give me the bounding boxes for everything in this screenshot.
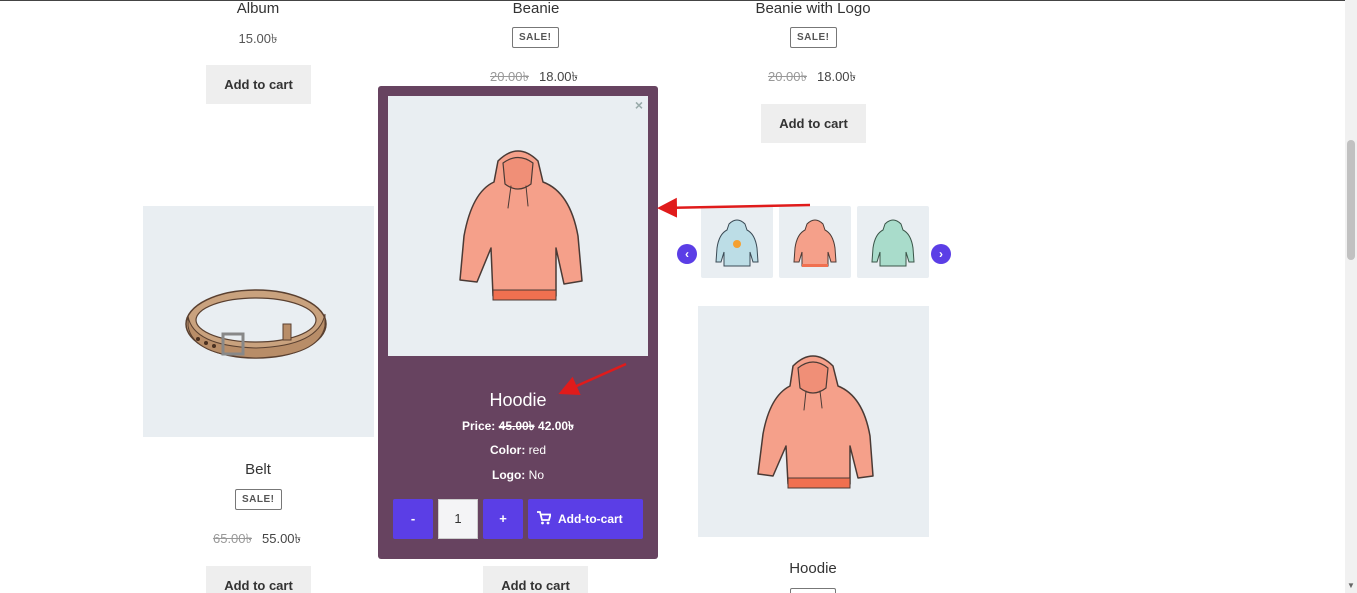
shop-page: Album 15.00৳ Add to cart Beanie SALE! 20… [0, 0, 1357, 593]
scroll-down-icon[interactable]: ▼ [1347, 581, 1355, 590]
annotation-arrows [558, 197, 811, 396]
annotation-arrow-title [558, 362, 627, 396]
scrollbar-thumb[interactable] [1347, 140, 1355, 260]
annotation-arrow-image [657, 197, 811, 218]
page-scrollbar[interactable]: ▼ [1345, 0, 1357, 593]
